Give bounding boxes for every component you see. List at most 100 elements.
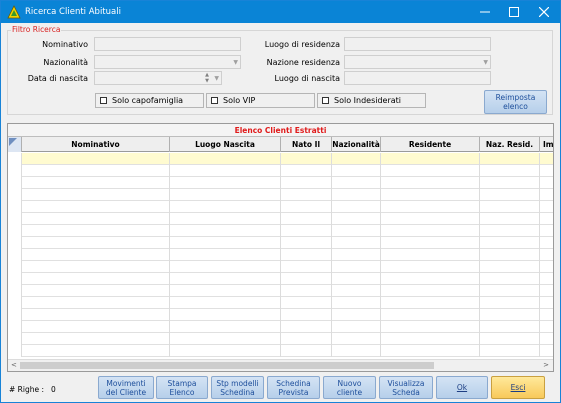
table-cell[interactable]	[540, 237, 553, 249]
column-header-nominativo[interactable]: Nominativo	[22, 137, 170, 152]
table-row[interactable]	[8, 225, 553, 237]
table-row[interactable]	[8, 297, 553, 309]
title-bar[interactable]: Ricerca Clienti Abituali	[1, 1, 560, 23]
table-cell[interactable]	[281, 225, 332, 237]
table-cell[interactable]	[170, 309, 281, 321]
table-row[interactable]	[8, 177, 553, 189]
row-header[interactable]	[8, 249, 22, 261]
table-cell[interactable]	[332, 249, 381, 261]
column-header-nazionalita[interactable]: Nazionalità	[332, 137, 381, 152]
scroll-left-icon[interactable]: <	[11, 361, 17, 369]
table-cell[interactable]	[332, 177, 381, 189]
table-cell[interactable]	[332, 153, 381, 165]
table-cell[interactable]	[22, 345, 170, 357]
table-cell[interactable]	[540, 165, 553, 177]
stp-modelli-schedina-button[interactable]: Stp modelli Schedina	[211, 376, 264, 399]
table-row[interactable]	[8, 189, 553, 201]
table-cell[interactable]	[381, 309, 480, 321]
column-header-luogo-nascita[interactable]: Luogo Nascita	[170, 137, 281, 152]
table-cell[interactable]	[332, 213, 381, 225]
table-cell[interactable]	[170, 249, 281, 261]
schedina-prevista-button[interactable]: Schedina Prevista	[267, 376, 320, 399]
table-cell[interactable]	[170, 333, 281, 345]
table-cell[interactable]	[332, 321, 381, 333]
ok-button[interactable]: Ok	[436, 376, 488, 399]
table-cell[interactable]	[381, 213, 480, 225]
table-cell[interactable]	[381, 261, 480, 273]
table-cell[interactable]	[281, 165, 332, 177]
table-cell[interactable]	[281, 309, 332, 321]
scrollbar-thumb[interactable]	[20, 362, 434, 369]
table-cell[interactable]	[332, 309, 381, 321]
table-cell[interactable]	[480, 333, 540, 345]
table-cell[interactable]	[480, 345, 540, 357]
table-cell[interactable]	[540, 309, 553, 321]
table-cell[interactable]	[281, 201, 332, 213]
table-cell[interactable]	[381, 165, 480, 177]
luogo-nascita-field[interactable]	[344, 71, 491, 85]
row-header[interactable]	[8, 165, 22, 177]
table-cell[interactable]	[332, 201, 381, 213]
table-cell[interactable]	[480, 285, 540, 297]
movimenti-cliente-button[interactable]: Movimenti del Cliente	[98, 376, 154, 399]
table-cell[interactable]	[22, 273, 170, 285]
table-cell[interactable]	[381, 345, 480, 357]
table-cell[interactable]	[480, 201, 540, 213]
table-cell[interactable]	[480, 177, 540, 189]
table-cell[interactable]	[281, 333, 332, 345]
table-cell[interactable]	[480, 165, 540, 177]
visualizza-scheda-button[interactable]: Visualizza Scheda	[379, 376, 433, 399]
table-cell[interactable]	[332, 237, 381, 249]
table-cell[interactable]	[480, 261, 540, 273]
table-cell[interactable]	[22, 189, 170, 201]
table-cell[interactable]	[480, 153, 540, 165]
table-cell[interactable]	[170, 297, 281, 309]
table-cell[interactable]	[22, 201, 170, 213]
table-cell[interactable]	[540, 285, 553, 297]
table-cell[interactable]	[381, 177, 480, 189]
table-cell[interactable]	[540, 189, 553, 201]
table-row[interactable]	[8, 261, 553, 273]
table-cell[interactable]	[332, 285, 381, 297]
nominativo-field[interactable]	[94, 37, 241, 51]
table-cell[interactable]	[332, 225, 381, 237]
nazionalita-dropdown[interactable]: ▼	[94, 55, 241, 69]
table-cell[interactable]	[170, 285, 281, 297]
table-cell[interactable]	[22, 249, 170, 261]
table-cell[interactable]	[332, 165, 381, 177]
table-cell[interactable]	[332, 345, 381, 357]
table-cell[interactable]	[281, 237, 332, 249]
table-cell[interactable]	[281, 297, 332, 309]
table-cell[interactable]	[281, 189, 332, 201]
table-cell[interactable]	[480, 309, 540, 321]
table-cell[interactable]	[480, 213, 540, 225]
reimposta-elenco-button[interactable]: Reimposta elenco	[484, 90, 547, 114]
table-cell[interactable]	[480, 249, 540, 261]
calendar-dropdown-icon[interactable]: ▼	[214, 75, 219, 82]
table-row[interactable]	[8, 321, 553, 333]
close-button[interactable]	[529, 1, 559, 23]
table-cell[interactable]	[170, 225, 281, 237]
table-row[interactable]	[8, 285, 553, 297]
table-cell[interactable]	[381, 321, 480, 333]
table-cell[interactable]	[480, 297, 540, 309]
table-cell[interactable]	[332, 273, 381, 285]
row-header[interactable]	[8, 321, 22, 333]
table-cell[interactable]	[381, 237, 480, 249]
table-cell[interactable]	[540, 345, 553, 357]
clients-grid[interactable]: Elenco Clienti Estratti Nominativo Luogo…	[7, 123, 554, 372]
table-cell[interactable]	[170, 321, 281, 333]
row-header[interactable]	[8, 225, 22, 237]
spinner-icon[interactable]: ▲ ▼	[205, 72, 209, 84]
table-cell[interactable]	[170, 201, 281, 213]
row-header[interactable]	[8, 273, 22, 285]
row-header[interactable]	[8, 345, 22, 357]
table-cell[interactable]	[170, 273, 281, 285]
row-header[interactable]	[8, 237, 22, 249]
table-cell[interactable]	[332, 189, 381, 201]
table-cell[interactable]	[381, 273, 480, 285]
column-header-naz-resid[interactable]: Naz. Resid.	[480, 137, 540, 152]
nazione-residenza-dropdown[interactable]: ▼	[344, 55, 491, 69]
row-header[interactable]	[8, 177, 22, 189]
table-cell[interactable]	[480, 321, 540, 333]
